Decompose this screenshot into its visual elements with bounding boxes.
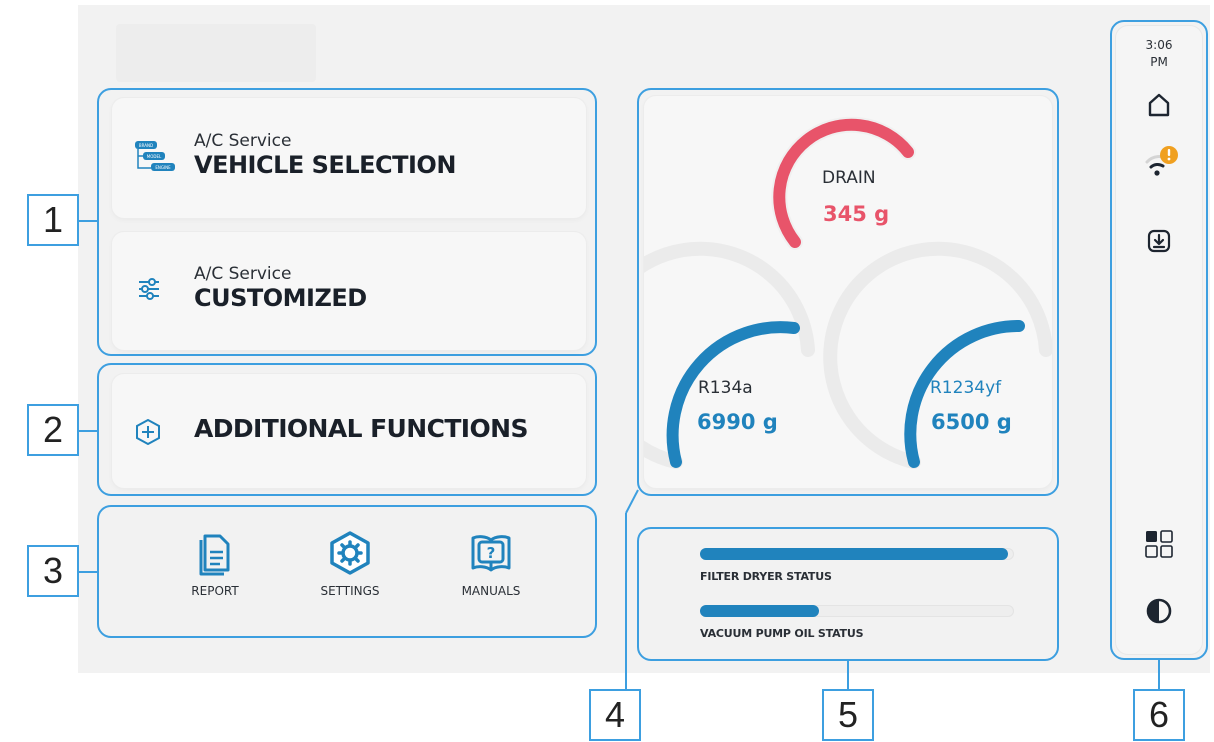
- callout-line-3: [79, 571, 97, 573]
- gear-hexagon-icon: [330, 531, 370, 575]
- vehicle-selection-button[interactable]: BRAND MODEL ENGINE A/C Service VEHICLE S…: [112, 98, 586, 218]
- r1234yf-label: R1234yf: [930, 378, 1002, 398]
- svg-text:?: ?: [487, 544, 496, 562]
- additional-functions-button[interactable]: ADDITIONAL FUNCTIONS: [112, 374, 586, 488]
- drain-value: 345 g: [823, 202, 890, 226]
- apps-grid-icon[interactable]: [1145, 530, 1173, 558]
- callout-line-6: [1158, 660, 1160, 691]
- manual-book-icon: ?: [471, 535, 511, 572]
- callout-1: 1: [27, 194, 79, 246]
- clock-hour: 3:06: [1145, 38, 1173, 52]
- customized-button[interactable]: A/C Service CUSTOMIZED: [112, 232, 586, 350]
- filter-dryer-bar-fill: [700, 548, 1008, 560]
- brand-tag: BRAND: [139, 143, 153, 148]
- vacuum-pump-oil-bar-fill: [700, 605, 820, 617]
- vehicle-selection-subtitle: A/C Service: [194, 131, 292, 151]
- r134a-value: 6990 g: [697, 410, 778, 434]
- callout-4: 4: [589, 689, 641, 741]
- document-icon: [199, 534, 230, 576]
- callout-2: 2: [27, 404, 79, 456]
- engine-tag: ENGINE: [155, 165, 171, 170]
- model-tag: MODEL: [147, 154, 162, 159]
- callout-line-4: [625, 489, 639, 692]
- settings-label: SETTINGS: [320, 584, 380, 598]
- drain-label: DRAIN: [822, 168, 876, 188]
- faded-logo-area: [116, 24, 316, 82]
- wifi-warning-icon[interactable]: [1144, 144, 1180, 178]
- r134a-label: R134a: [698, 378, 753, 398]
- vacuum-pump-oil-label: VACUUM PUMP OIL STATUS: [700, 627, 864, 640]
- vacuum-pump-oil-bar: [700, 605, 1014, 617]
- settings-button[interactable]: SETTINGS: [305, 530, 395, 598]
- vehicle-selection-title: VEHICLE SELECTION: [194, 151, 456, 179]
- callout-line-1: [79, 220, 97, 222]
- callout-line-2: [79, 430, 97, 432]
- callout-5: 5: [822, 689, 874, 741]
- customized-title: CUSTOMIZED: [194, 284, 367, 312]
- additional-functions-title: ADDITIONAL FUNCTIONS: [194, 414, 528, 443]
- filter-dryer-label: FILTER DRYER STATUS: [700, 570, 832, 583]
- customized-subtitle: A/C Service: [194, 264, 292, 284]
- sliders-icon: [139, 278, 159, 300]
- filter-dryer-bar: [700, 548, 1014, 560]
- r1234yf-value: 6500 g: [931, 410, 1012, 434]
- manuals-button[interactable]: ? MANUALS: [446, 530, 536, 598]
- sidebar: 3:06 PM: [1116, 26, 1202, 654]
- vehicle-database-icon: BRAND MODEL ENGINE: [135, 141, 175, 171]
- callout-3: 3: [27, 545, 79, 597]
- contrast-icon[interactable]: [1146, 598, 1172, 624]
- report-label: REPORT: [191, 584, 239, 598]
- manuals-label: MANUALS: [461, 584, 521, 598]
- callout-line-5: [847, 661, 849, 691]
- home-icon[interactable]: [1148, 93, 1170, 117]
- callout-6: 6: [1133, 689, 1185, 741]
- report-button[interactable]: REPORT: [180, 530, 250, 598]
- download-icon[interactable]: [1147, 229, 1171, 253]
- plus-hexagon-icon: [136, 419, 160, 445]
- clock-period: PM: [1150, 55, 1168, 69]
